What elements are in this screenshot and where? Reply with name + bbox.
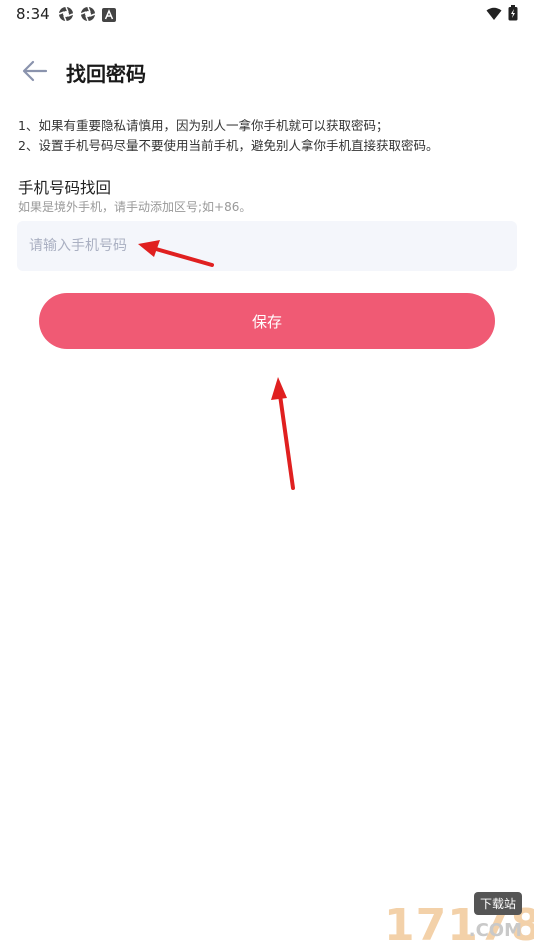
watermark-badge: 下载站 <box>473 892 522 915</box>
note-line: 2、设置手机号码尽量不要使用当前手机，避免别人拿你手机直接获取密码。 <box>18 138 439 153</box>
notes: 1、如果有重要隐私请慎用，因为别人一拿你手机就可以获取密码； 2、设置手机号码尽… <box>18 116 518 156</box>
note-line: 1、如果有重要隐私请慎用，因为别人一拿你手机就可以获取密码； <box>18 118 389 133</box>
battery-icon <box>508 5 518 25</box>
page-title: 找回密码 <box>66 62 146 86</box>
aperture-icon <box>58 6 74 26</box>
back-button[interactable] <box>20 58 50 84</box>
aperture-icon <box>80 6 96 26</box>
phone-section-title: 手机号码找回 <box>18 179 112 197</box>
header: 找回密码 <box>0 50 534 94</box>
wifi-icon <box>486 6 502 25</box>
watermark-suffix: .COM <box>468 920 522 941</box>
phone-input-container <box>17 221 517 271</box>
phone-input[interactable] <box>17 221 517 271</box>
annotation-arrow-to-save <box>271 377 295 490</box>
status-notification-icons <box>58 6 116 26</box>
arrow-left-icon <box>22 60 48 82</box>
status-time: 8:34 <box>16 5 50 23</box>
status-system-icons <box>486 5 518 25</box>
watermark: 17178 下载站 .COM <box>304 888 534 951</box>
phone-section-hint: 如果是境外手机，请手动添加区号;如+86。 <box>18 200 252 214</box>
status-bar: 8:34 <box>0 0 534 28</box>
app-a-icon <box>102 7 116 26</box>
save-button[interactable]: 保存 <box>39 293 495 349</box>
